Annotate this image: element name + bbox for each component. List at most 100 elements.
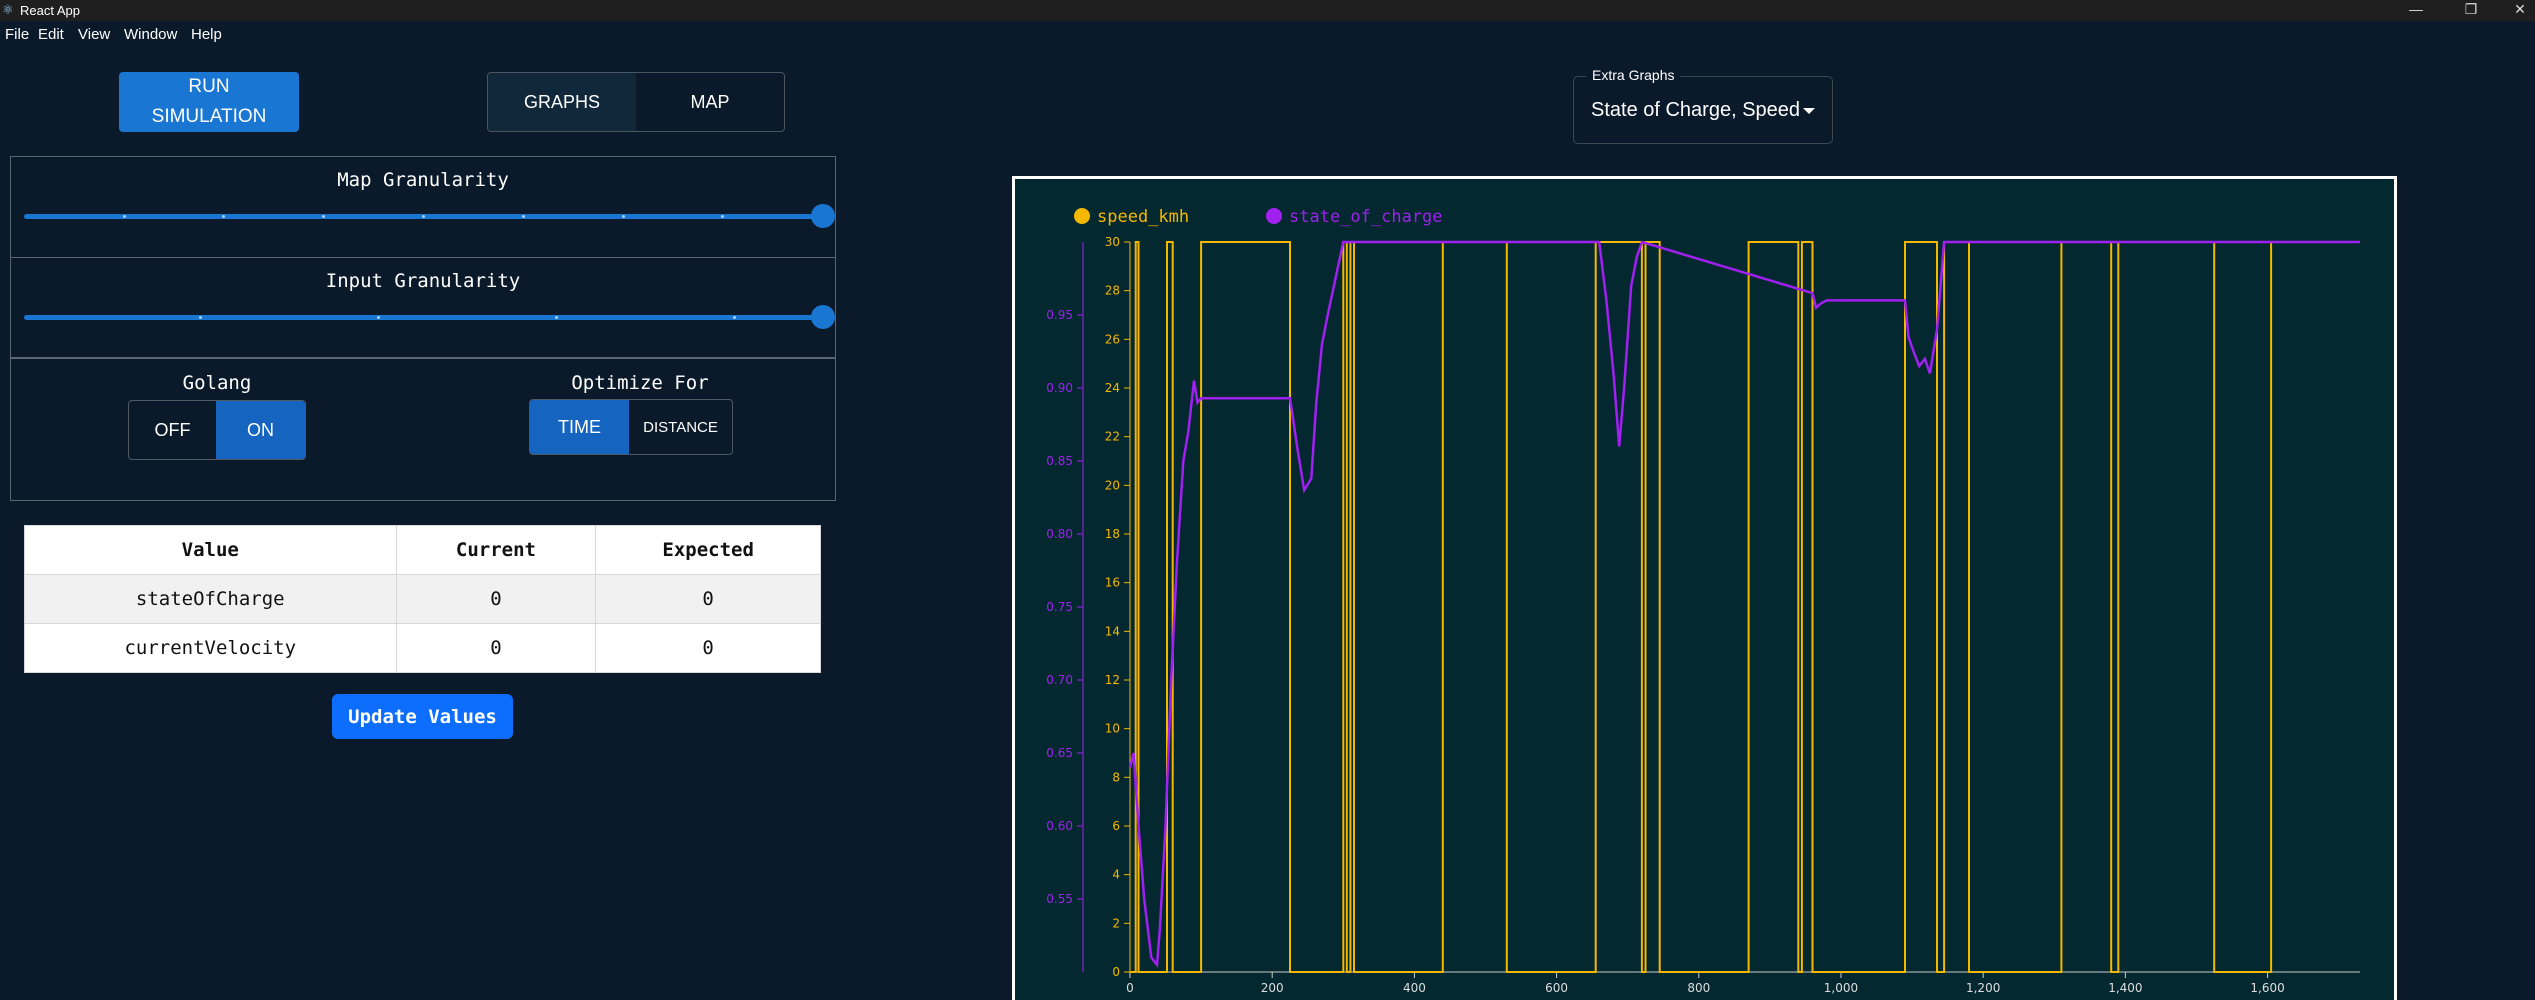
y-tick-label: 28 <box>1105 284 1120 298</box>
header-current: Current <box>395 525 597 575</box>
y-tick-label: 8 <box>1112 770 1120 784</box>
cell-expected: 0 <box>595 574 821 624</box>
cell-current: 0 <box>395 574 597 624</box>
y-tick-label: 6 <box>1112 819 1120 833</box>
graph-container: speed_kmh state_of_charge 0 2 4 6 8 10 12 14 16 18 2… <box>1012 176 2397 1000</box>
slider-tick <box>721 215 724 218</box>
menu-bar: File Edit View Window Help <box>0 21 2535 49</box>
close-icon[interactable]: ✕ <box>2500 0 2535 21</box>
optimize-distance-button[interactable]: DISTANCE <box>629 400 732 454</box>
y-tick-label: 14 <box>1105 624 1120 638</box>
y2-tick-label: 0.55 <box>1046 892 1073 906</box>
map-granularity-thumb[interactable] <box>811 204 835 228</box>
cell-name: currentVelocity <box>24 623 397 673</box>
run-simulation-button[interactable]: RUN SIMULATION <box>119 72 299 132</box>
input-granularity-track[interactable] <box>24 315 834 320</box>
y-tick-label: 10 <box>1105 722 1120 736</box>
slider-tick <box>199 316 202 319</box>
values-table: Value Current Expected stateOfCharge 0 0… <box>24 525 821 673</box>
slider-tick <box>123 215 126 218</box>
series-line-speed_kmh <box>1130 241 2360 973</box>
x-tick-label: 800 <box>1687 981 1710 995</box>
y-tick-label: 26 <box>1105 332 1120 346</box>
y-tick-label: 4 <box>1112 868 1120 882</box>
y-tick-label: 30 <box>1105 235 1120 249</box>
y-tick-label: 16 <box>1105 576 1120 590</box>
run-label-line2: SIMULATION <box>151 106 267 127</box>
slider-tick <box>377 316 380 319</box>
table-row: stateOfCharge 0 0 <box>24 574 821 624</box>
cell-expected: 0 <box>595 623 821 673</box>
x-tick-label: 0 <box>1126 981 1134 995</box>
x-tick-label: 1,400 <box>2108 981 2142 995</box>
y2-tick-label: 0.85 <box>1046 454 1073 468</box>
legend-label: state_of_charge <box>1289 207 1443 227</box>
legend-dot-speed <box>1074 208 1090 224</box>
run-label-line1: RUN <box>188 76 230 97</box>
table-row: currentVelocity 0 0 <box>24 623 821 673</box>
update-values-button[interactable]: Update Values <box>332 694 513 739</box>
slider-tick <box>733 316 736 319</box>
optimize-toggle: TIME DISTANCE <box>529 399 733 455</box>
golang-on-button[interactable]: ON <box>216 401 305 459</box>
x-tick-label: 1,000 <box>1824 981 1858 995</box>
legend-dot-soc <box>1266 208 1282 224</box>
slider-tick <box>322 215 325 218</box>
y2-tick-label: 0.70 <box>1046 673 1073 687</box>
maximize-icon[interactable]: ❐ <box>2451 0 2491 21</box>
y-tick-label: 24 <box>1105 381 1120 395</box>
menu-edit[interactable]: Edit <box>38 26 64 43</box>
y-tick-label: 0 <box>1112 965 1120 979</box>
react-logo-icon: ⚛ <box>2 2 14 17</box>
x-tick-label: 1,200 <box>1966 981 2000 995</box>
slider-tick <box>222 215 225 218</box>
cell-name: stateOfCharge <box>24 574 397 624</box>
slider-tick <box>422 215 425 218</box>
tab-graphs[interactable]: GRAPHS <box>488 73 636 131</box>
series-line-state_of_charge <box>1128 240 2360 969</box>
x-tick-label: 1,600 <box>2250 981 2284 995</box>
y-tick-label: 22 <box>1105 430 1120 444</box>
golang-off-button[interactable]: OFF <box>129 401 216 459</box>
menu-help[interactable]: Help <box>191 26 222 43</box>
slider-tick <box>622 215 625 218</box>
menu-view[interactable]: View <box>78 26 110 43</box>
extra-graphs-select[interactable]: Extra Graphs State of Charge, Speed <box>1573 67 1833 144</box>
window-title: React App <box>20 3 80 18</box>
input-granularity-panel: Input Granularity <box>10 257 836 359</box>
map-granularity-panel: Map Granularity <box>10 156 836 258</box>
legend-label: speed_kmh <box>1097 207 1189 227</box>
x-tick-label: 200 <box>1261 981 1284 995</box>
header-expected: Expected <box>595 525 821 575</box>
golang-label: Golang <box>182 372 252 394</box>
map-granularity-label: Map Granularity <box>337 169 509 191</box>
cell-current: 0 <box>395 623 597 673</box>
window-titlebar: ⚛ React App — ❐ ✕ <box>0 0 2535 21</box>
optimize-label: Optimize For <box>571 372 709 394</box>
map-granularity-track[interactable] <box>24 214 834 219</box>
y2-tick-label: 0.60 <box>1046 819 1073 833</box>
tab-map[interactable]: MAP <box>636 73 784 131</box>
y-tick-label: 18 <box>1105 527 1120 541</box>
y-tick-label: 20 <box>1105 478 1120 492</box>
input-granularity-thumb[interactable] <box>811 305 835 329</box>
x-tick-label: 600 <box>1545 981 1568 995</box>
slider-tick <box>555 316 558 319</box>
speed-soc-chart: speed_kmh state_of_charge0246810121416182… <box>1046 207 2360 995</box>
golang-toggle: OFF ON <box>128 400 306 460</box>
optimize-time-button[interactable]: TIME <box>530 400 630 454</box>
slider-tick <box>522 215 525 218</box>
extra-graphs-value: State of Charge, Speed <box>1591 99 1801 121</box>
y2-tick-label: 0.75 <box>1046 600 1073 614</box>
input-granularity-label: Input Granularity <box>325 270 521 292</box>
options-panel: Golang OFF ON Optimize For TIME DISTANCE <box>10 357 836 501</box>
y2-tick-label: 0.95 <box>1046 308 1073 322</box>
table-header-row: Value Current Expected <box>24 525 821 575</box>
menu-window[interactable]: Window <box>124 26 177 43</box>
view-toggle: GRAPHS MAP <box>487 72 785 132</box>
y2-tick-label: 0.80 <box>1046 527 1073 541</box>
caret-down-icon <box>1803 108 1815 114</box>
menu-file[interactable]: File <box>5 26 29 43</box>
header-value: Value <box>24 525 397 575</box>
minimize-icon[interactable]: — <box>2396 0 2436 21</box>
